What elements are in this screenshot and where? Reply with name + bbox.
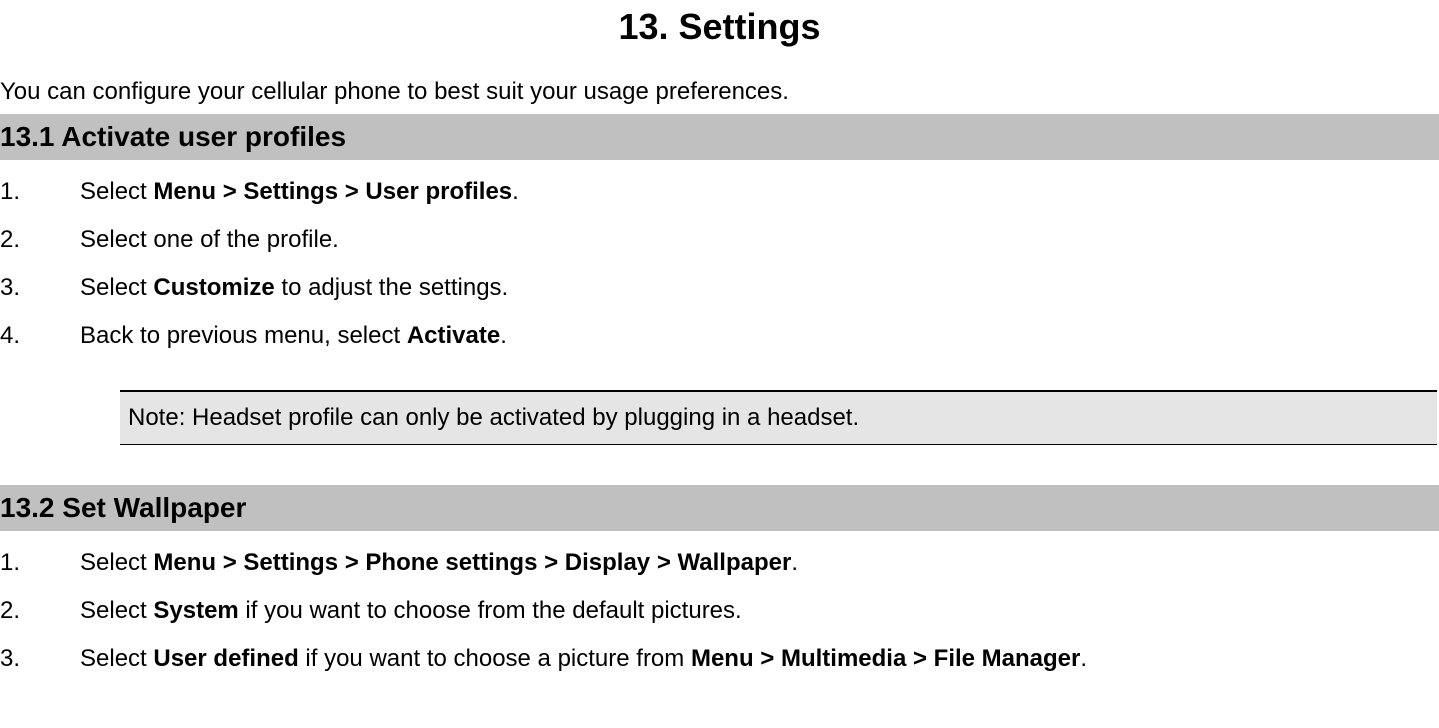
- steps-list-1: 1. Select Menu > Settings > User profile…: [0, 168, 1439, 360]
- step-number: 4.: [0, 318, 80, 354]
- list-item: 2. Select System if you want to choose f…: [0, 587, 1439, 635]
- step-number: 2.: [0, 593, 80, 629]
- step-content: Select User defined if you want to choos…: [80, 641, 1439, 677]
- step-number: 3.: [0, 641, 80, 677]
- list-item: 3. Select User defined if you want to ch…: [0, 635, 1439, 683]
- list-item: 3. Select Customize to adjust the settin…: [0, 264, 1439, 312]
- step-number: 3.: [0, 270, 80, 306]
- step-content: Back to previous menu, select Activate.: [80, 318, 1439, 354]
- section-heading-13-1: 13.1 Activate user profiles: [0, 114, 1439, 160]
- section-heading-13-2: 13.2 Set Wallpaper: [0, 485, 1439, 531]
- section-number: 13.1: [0, 121, 55, 152]
- step-content: Select Customize to adjust the settings.: [80, 270, 1439, 306]
- list-item: 1. Select Menu > Settings > User profile…: [0, 168, 1439, 216]
- list-item: 4. Back to previous menu, select Activat…: [0, 312, 1439, 360]
- list-item: 1. Select Menu > Settings > Phone settin…: [0, 539, 1439, 587]
- note-text: Note: Headset profile can only be activa…: [128, 404, 859, 431]
- step-number: 1.: [0, 174, 80, 210]
- document-page: 13. Settings You can configure your cell…: [0, 0, 1439, 683]
- chapter-title: 13. Settings: [0, 0, 1439, 54]
- section-title: Activate user profiles: [61, 121, 346, 152]
- step-content: Select System if you want to choose from…: [80, 593, 1439, 629]
- list-item: 2. Select one of the profile.: [0, 216, 1439, 264]
- step-number: 1.: [0, 545, 80, 581]
- intro-paragraph: You can configure your cellular phone to…: [0, 74, 1439, 110]
- step-number: 2.: [0, 222, 80, 258]
- step-content: Select one of the profile.: [80, 222, 1439, 258]
- section-number: 13.2: [0, 492, 55, 523]
- section-title: Set Wallpaper: [62, 492, 246, 523]
- step-content: Select Menu > Settings > User profiles.: [80, 174, 1439, 210]
- note-box: Note: Headset profile can only be activa…: [120, 390, 1437, 445]
- step-content: Select Menu > Settings > Phone settings …: [80, 545, 1439, 581]
- steps-list-2: 1. Select Menu > Settings > Phone settin…: [0, 539, 1439, 683]
